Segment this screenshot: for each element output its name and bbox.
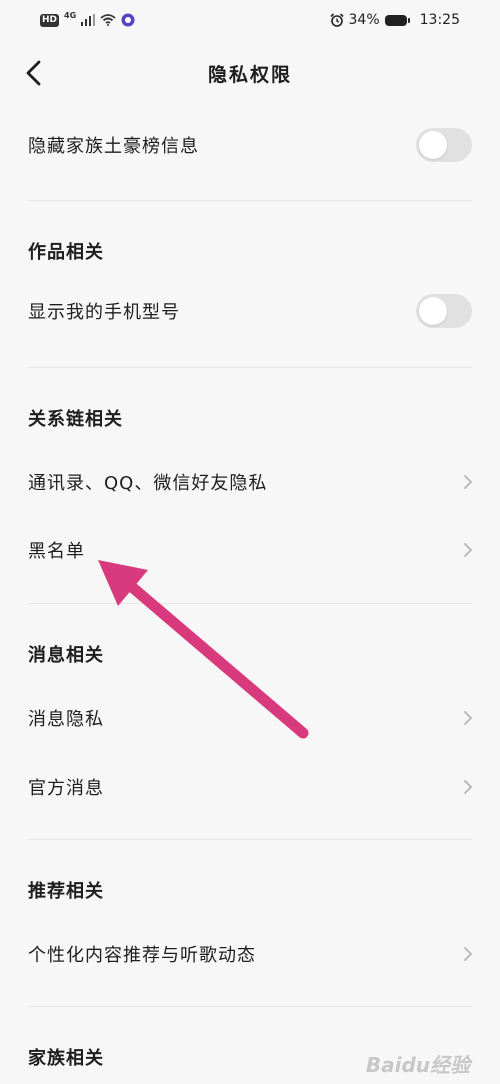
setting-row-message-privacy[interactable]: 消息隐私 <box>0 688 500 748</box>
setting-row-show-phone: 显示我的手机型号 <box>0 281 500 341</box>
setting-row-official-msg[interactable]: 官方消息 <box>0 757 500 817</box>
show-phone-toggle[interactable] <box>416 294 472 328</box>
toggle-knob <box>419 297 447 325</box>
divider <box>28 1006 472 1007</box>
chevron-right-icon <box>464 475 473 489</box>
setting-row-contacts-privacy[interactable]: 通讯录、QQ、微信好友隐私 <box>0 452 500 512</box>
hide-family-toggle[interactable] <box>416 128 472 162</box>
status-bar: HD 4G 34% 13:25 <box>0 0 500 40</box>
nav-bar: 隐私权限 <box>0 46 500 100</box>
setting-row-blacklist[interactable]: 黑名单 <box>0 520 500 580</box>
baidu-watermark: Baidu经验 <box>365 1053 470 1077</box>
setting-label: 消息隐私 <box>28 709 104 730</box>
divider <box>28 200 472 201</box>
divider <box>28 839 472 840</box>
chevron-right-icon <box>464 711 473 725</box>
toggle-knob <box>419 131 447 159</box>
section-header-works: 作品相关 <box>28 242 104 263</box>
app-icon <box>121 13 135 27</box>
alarm-icon <box>329 13 344 27</box>
setting-row-hide-family: 隐藏家族土豪榜信息 <box>0 115 500 175</box>
setting-label: 黑名单 <box>28 541 85 562</box>
chevron-right-icon <box>464 947 473 961</box>
clock-time: 13:25 <box>419 12 460 28</box>
chevron-right-icon <box>464 543 473 557</box>
divider <box>28 367 472 368</box>
signal-icon <box>81 14 96 26</box>
setting-label: 显示我的手机型号 <box>28 302 180 323</box>
section-header-relations: 关系链相关 <box>28 409 123 430</box>
chevron-right-icon <box>464 780 473 794</box>
setting-label: 通讯录、QQ、微信好友隐私 <box>28 473 268 494</box>
status-right: 34% 13:25 <box>329 9 460 31</box>
section-header-recommend: 推荐相关 <box>28 881 104 902</box>
wifi-icon <box>100 14 116 26</box>
battery-icon <box>384 14 410 26</box>
section-header-messages: 消息相关 <box>28 645 104 666</box>
network-type: 4G <box>64 10 77 20</box>
section-header-family: 家族相关 <box>28 1048 104 1069</box>
setting-label: 个性化内容推荐与听歌动态 <box>28 945 256 966</box>
page-title: 隐私权限 <box>207 64 292 86</box>
battery-percent: 34% <box>348 12 380 28</box>
status-left: HD 4G <box>40 10 135 30</box>
setting-label: 隐藏家族土豪榜信息 <box>28 136 199 157</box>
divider <box>28 603 472 604</box>
setting-label: 官方消息 <box>28 778 104 799</box>
setting-row-personalized[interactable]: 个性化内容推荐与听歌动态 <box>0 924 500 984</box>
hd-icon: HD <box>40 13 60 27</box>
